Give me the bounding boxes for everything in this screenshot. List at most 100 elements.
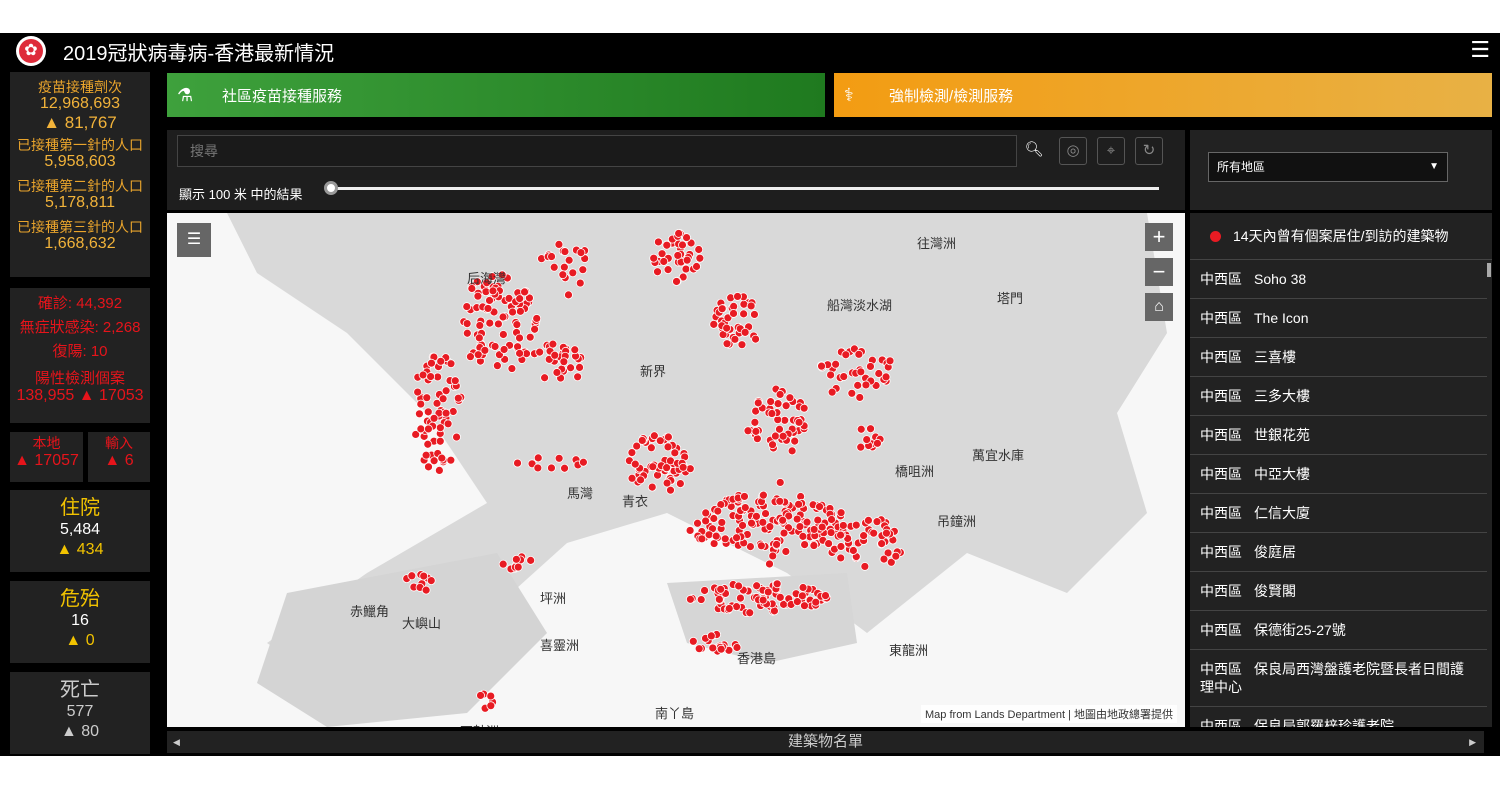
list-item[interactable]: 中西區 中亞大樓 [1190, 455, 1487, 494]
case-marker[interactable] [540, 373, 550, 383]
case-marker[interactable] [552, 368, 562, 377]
case-marker[interactable] [795, 522, 805, 531]
case-marker[interactable] [407, 571, 417, 581]
case-marker[interactable] [488, 286, 498, 296]
case-marker[interactable] [525, 332, 535, 342]
case-marker[interactable] [709, 539, 719, 548]
case-marker[interactable] [435, 436, 445, 446]
case-marker[interactable] [682, 255, 692, 265]
case-marker[interactable] [511, 554, 521, 564]
case-marker[interactable] [729, 309, 738, 318]
case-marker[interactable] [441, 408, 451, 418]
map-canvas[interactable] [167, 213, 1185, 727]
case-marker[interactable] [813, 515, 823, 525]
case-marker[interactable] [779, 528, 789, 538]
case-marker[interactable] [869, 528, 879, 538]
case-marker[interactable] [751, 334, 760, 344]
case-marker[interactable] [627, 473, 637, 483]
scroll-right-icon[interactable]: ▶ [1469, 731, 1476, 753]
case-marker[interactable] [508, 307, 517, 317]
case-marker[interactable] [860, 562, 870, 571]
list-item[interactable]: 中西區 保良局西灣盤護老院暨長者日間護理中心 [1190, 650, 1487, 707]
case-marker[interactable] [874, 369, 884, 378]
case-marker[interactable] [490, 342, 500, 351]
search-input[interactable] [177, 135, 1017, 167]
case-marker[interactable] [664, 432, 673, 442]
case-marker[interactable] [486, 701, 496, 711]
case-marker[interactable] [765, 522, 775, 532]
case-marker[interactable] [475, 321, 485, 330]
case-marker[interactable] [462, 328, 472, 338]
case-marker[interactable] [515, 306, 525, 316]
case-marker[interactable] [824, 539, 833, 548]
case-marker[interactable] [800, 601, 809, 611]
case-marker[interactable] [881, 372, 891, 382]
case-marker[interactable] [492, 361, 502, 371]
case-marker[interactable] [701, 508, 711, 518]
case-marker[interactable] [809, 525, 819, 534]
case-marker[interactable] [498, 559, 508, 569]
radius-slider-track[interactable] [329, 187, 1159, 190]
case-marker[interactable] [750, 310, 759, 319]
list-item[interactable]: 中西區 The Icon [1190, 299, 1487, 338]
case-marker[interactable] [413, 387, 423, 397]
case-marker[interactable] [861, 380, 871, 390]
case-marker[interactable] [424, 462, 433, 472]
case-marker[interactable] [485, 318, 495, 328]
case-marker[interactable] [566, 363, 575, 373]
case-marker[interactable] [554, 453, 564, 463]
case-marker[interactable] [672, 277, 681, 286]
case-marker[interactable] [473, 291, 483, 301]
list-scrollbar[interactable] [1487, 263, 1491, 277]
case-marker[interactable] [695, 253, 705, 263]
case-marker[interactable] [847, 388, 857, 398]
case-marker[interactable] [775, 390, 785, 399]
case-marker[interactable] [499, 345, 509, 354]
case-marker[interactable] [448, 407, 458, 416]
case-marker[interactable] [730, 334, 740, 344]
case-marker[interactable] [799, 403, 809, 413]
case-marker[interactable] [775, 592, 785, 602]
case-marker[interactable] [743, 426, 753, 436]
case-marker[interactable] [745, 608, 755, 618]
case-marker[interactable] [575, 363, 584, 372]
case-marker[interactable] [474, 333, 484, 343]
case-marker[interactable] [421, 585, 431, 595]
case-marker[interactable] [811, 597, 821, 607]
case-marker[interactable] [798, 583, 808, 592]
case-marker[interactable] [732, 602, 741, 612]
case-marker[interactable] [498, 312, 508, 322]
case-marker[interactable] [441, 386, 451, 396]
case-marker[interactable] [548, 339, 558, 349]
pin-icon[interactable]: ⌖ [1097, 137, 1125, 165]
case-marker[interactable] [758, 490, 768, 500]
case-marker[interactable] [802, 517, 812, 527]
case-marker[interactable] [535, 347, 545, 357]
case-marker[interactable] [416, 424, 426, 434]
case-marker[interactable] [693, 518, 702, 528]
case-marker[interactable] [794, 417, 804, 427]
list-item[interactable]: 中西區 俊庭居 [1190, 533, 1487, 572]
case-marker[interactable] [766, 397, 776, 406]
case-marker[interactable] [415, 409, 424, 419]
case-marker[interactable] [662, 478, 672, 488]
radius-slider-thumb[interactable] [324, 181, 338, 195]
zoom-in-button[interactable]: + [1145, 223, 1173, 251]
case-marker[interactable] [575, 278, 585, 288]
case-marker[interactable] [872, 517, 882, 527]
case-marker[interactable] [681, 264, 691, 274]
case-marker[interactable] [724, 604, 734, 613]
search-icon[interactable]: 🔍︎ [1020, 137, 1048, 165]
case-marker[interactable] [564, 255, 574, 265]
case-marker[interactable] [826, 370, 836, 380]
case-marker[interactable] [781, 401, 791, 411]
case-marker[interactable] [483, 304, 493, 313]
case-marker[interactable] [473, 350, 483, 360]
case-marker[interactable] [426, 576, 436, 586]
case-marker[interactable] [427, 358, 436, 368]
case-marker[interactable] [636, 475, 645, 485]
case-marker[interactable] [827, 387, 837, 397]
case-marker[interactable] [856, 442, 866, 452]
case-marker[interactable] [772, 579, 782, 589]
case-marker[interactable] [694, 245, 704, 254]
